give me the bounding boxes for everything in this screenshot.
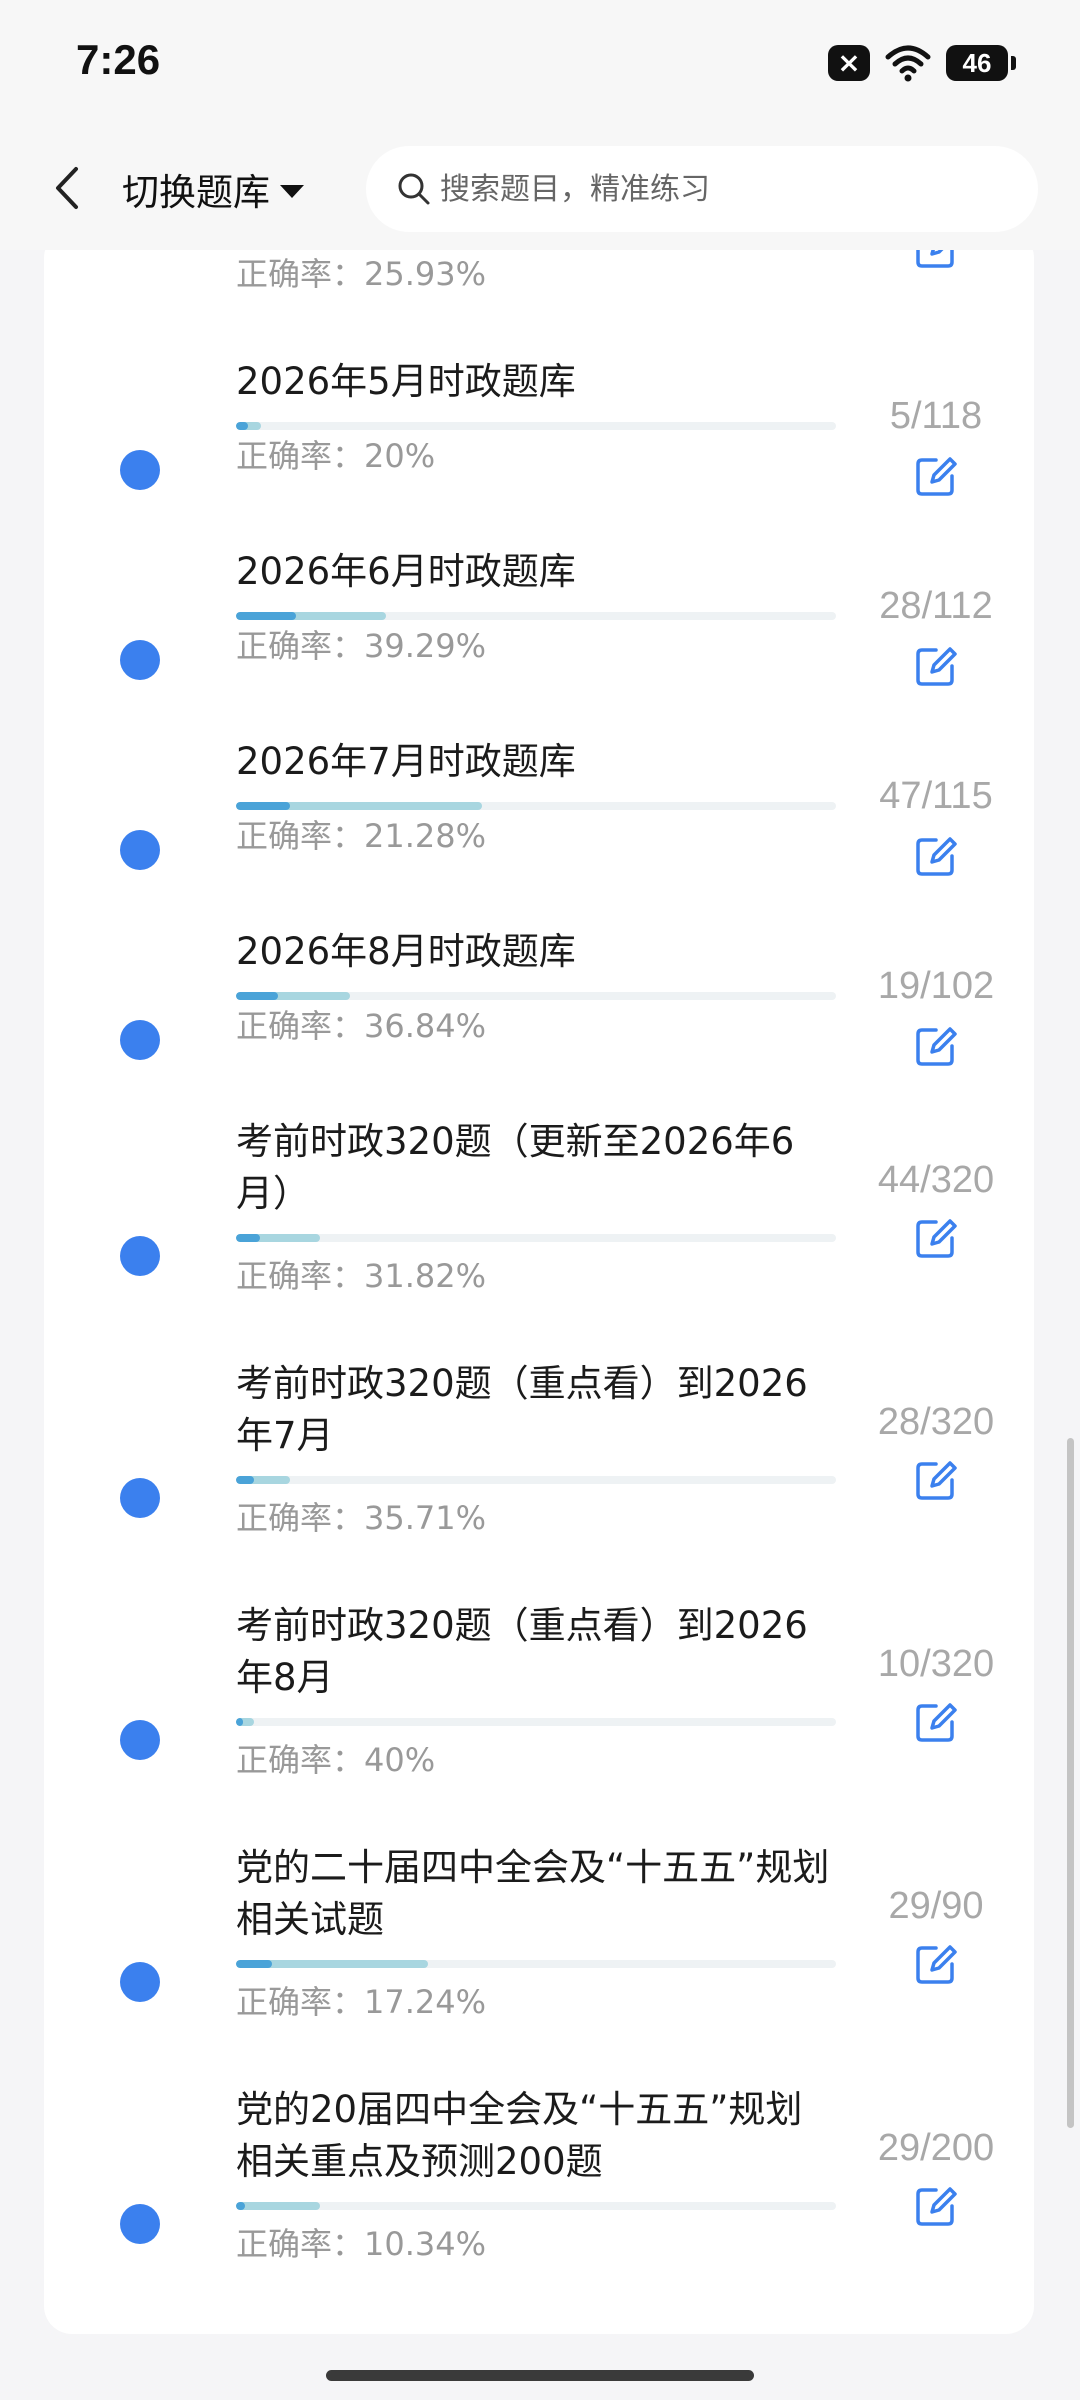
home-indicator[interactable]	[326, 2370, 754, 2381]
edit-icon[interactable]	[912, 642, 960, 690]
accuracy-text: 正确率：25.93%	[236, 255, 487, 293]
bank-title: 党的20届四中全会及“十五五”规划相关重点及预测200题	[236, 2088, 803, 2183]
switch-bank-label: 切换题库	[122, 171, 270, 214]
answered-count: 44/320	[877, 1159, 995, 1201]
answered-count: 47/115	[879, 775, 993, 817]
answered-count: 28/320	[877, 1401, 995, 1443]
progress-bar	[236, 1234, 836, 1242]
accuracy-text: 正确率：10.34%	[236, 2225, 487, 2263]
accuracy-text: 正确率：36.84%	[236, 1007, 487, 1045]
progress-correct-fill	[236, 2202, 245, 2210]
status-dot	[120, 640, 160, 680]
search-icon	[398, 173, 430, 205]
progress-bar	[236, 422, 836, 430]
edit-icon[interactable]	[912, 1940, 960, 1988]
switch-bank-dropdown[interactable]: 切换题库	[122, 162, 304, 216]
progress-bar	[236, 1718, 836, 1726]
status-icons: × 46	[828, 42, 1016, 84]
status-dot	[120, 450, 160, 490]
progress-bar	[236, 1960, 836, 1968]
bank-title: 2026年7月时政题库	[236, 740, 576, 783]
status-dot	[120, 1720, 160, 1760]
status-dot	[120, 1020, 160, 1060]
progress-correct-fill	[236, 1476, 254, 1484]
top-header: 切换题库	[0, 128, 1080, 250]
answered-count: 29/200	[877, 2127, 995, 2169]
answered-count: 29/90	[888, 1885, 984, 1927]
list-viewport: 正确率：25.93% 2026年5月时政题库 正确率：20% 5/118 202…	[0, 250, 1080, 2360]
edit-icon[interactable]	[912, 2182, 960, 2230]
bank-title: 考前时政320题（更新至2026年6月）	[236, 1120, 795, 1215]
progress-bar	[236, 992, 836, 1000]
bank-title: 考前时政320题（重点看）到2026年8月	[236, 1604, 808, 1699]
edit-icon[interactable]	[912, 1214, 960, 1262]
accuracy-text: 正确率：21.28%	[236, 817, 487, 855]
edit-icon[interactable]	[912, 452, 960, 500]
bank-title: 2026年5月时政题库	[236, 360, 576, 403]
accuracy-text: 正确率：35.71%	[236, 1499, 487, 1537]
status-bar: 7:26 × 46	[0, 0, 1080, 128]
progress-correct-fill	[236, 992, 278, 1000]
bank-title: 考前时政320题（重点看）到2026年7月	[236, 1362, 808, 1457]
edit-icon[interactable]	[912, 1022, 960, 1070]
bank-title: 党的二十届四中全会及“十五五”规划相关试题	[236, 1846, 830, 1941]
search-input[interactable]	[440, 171, 1000, 207]
no-sim-icon: ×	[828, 45, 870, 81]
accuracy-text: 正确率：39.29%	[236, 627, 487, 665]
accuracy-text: 正确率：31.82%	[236, 1257, 487, 1295]
edit-icon[interactable]	[912, 1456, 960, 1504]
accuracy-text: 正确率：40%	[236, 1741, 436, 1779]
accuracy-text: 正确率：20%	[236, 437, 436, 475]
progress-bar	[236, 2202, 836, 2210]
progress-correct-fill	[236, 612, 296, 620]
progress-answered-fill	[236, 2202, 320, 2210]
progress-bar	[236, 802, 836, 810]
progress-bar	[236, 1476, 836, 1484]
progress-correct-fill	[236, 422, 248, 430]
answered-count: 28/112	[879, 585, 993, 627]
answered-count: 5/118	[889, 395, 983, 437]
scrollbar[interactable]	[1067, 1438, 1074, 2128]
accuracy-text: 正确率：17.24%	[236, 1983, 487, 2021]
edit-icon[interactable]	[912, 250, 960, 272]
search-box[interactable]	[366, 146, 1038, 232]
answered-count: 10/320	[877, 1643, 995, 1685]
status-dot	[120, 1478, 160, 1518]
answered-count: 19/102	[877, 965, 995, 1007]
status-dot	[120, 1236, 160, 1276]
status-dot	[120, 2204, 160, 2244]
status-dot	[120, 1962, 160, 2002]
status-dot	[120, 830, 160, 870]
progress-correct-fill	[236, 1960, 272, 1968]
progress-correct-fill	[236, 802, 290, 810]
edit-icon[interactable]	[912, 1698, 960, 1746]
app-screen: 7:26 × 46 切换题库 搜索题目，精准练习 正确率：25.93% 2026…	[0, 0, 1080, 2400]
caret-down-icon	[280, 184, 304, 198]
progress-bar	[236, 612, 836, 620]
progress-correct-fill	[236, 1234, 260, 1242]
wifi-icon	[885, 45, 931, 82]
status-time: 7:26	[76, 36, 161, 83]
bank-title: 2026年6月时政题库	[236, 550, 576, 593]
progress-correct-fill	[236, 1718, 244, 1726]
battery-icon: 46	[946, 45, 1016, 81]
chevron-left-icon	[56, 167, 78, 209]
back-button[interactable]	[42, 158, 92, 218]
bank-title: 2026年8月时政题库	[236, 930, 576, 973]
edit-icon[interactable]	[912, 832, 960, 880]
